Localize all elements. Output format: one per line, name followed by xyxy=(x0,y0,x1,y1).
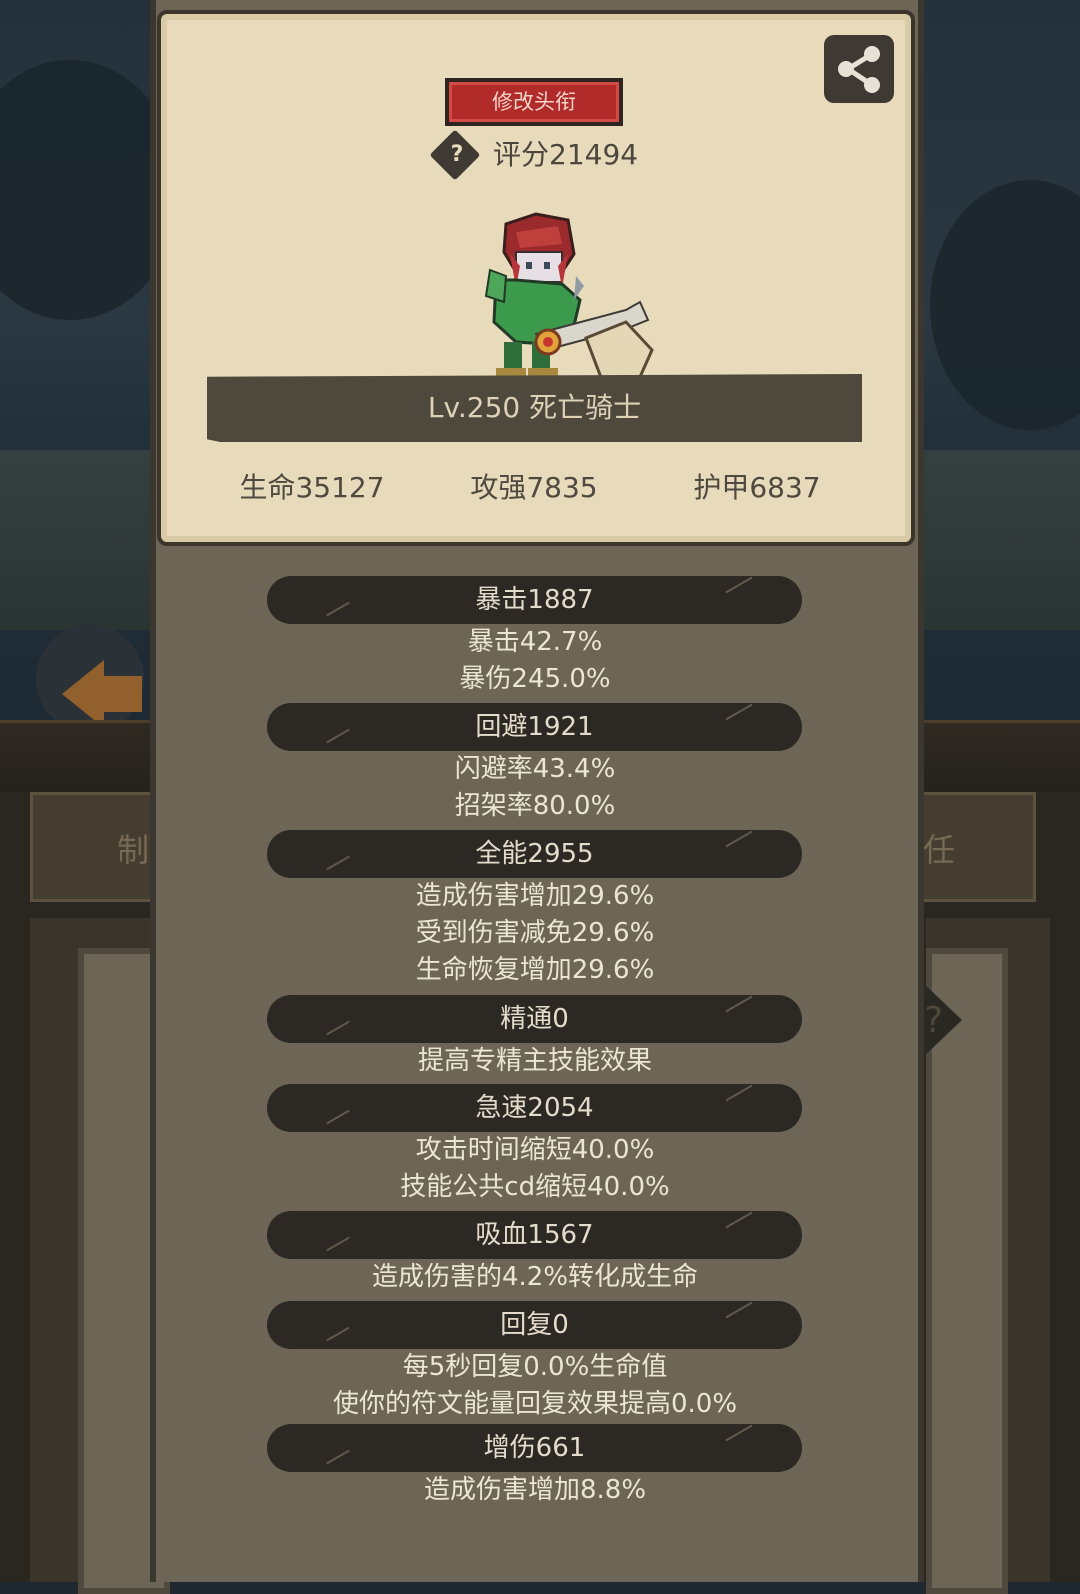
background-tab-left[interactable]: 制 xyxy=(30,792,166,902)
share-button[interactable] xyxy=(824,35,894,103)
attribute-detail: 闪避率43.4% xyxy=(454,754,616,784)
tab-label: 制 xyxy=(117,831,150,869)
attribute-detail: 生命恢复增加29.6% xyxy=(415,955,655,985)
attribute-detail: 造成伤害增加29.6% xyxy=(415,881,655,911)
attribute-detail: 招架率80.0% xyxy=(454,791,616,821)
share-icon xyxy=(838,46,880,93)
attribute-detail: 攻击时间缩短40.0% xyxy=(415,1135,655,1165)
attribute-detail: 暴击42.7% xyxy=(467,627,603,657)
stat-attack: 攻强7835 xyxy=(470,471,598,504)
attribute-title: 精通0 xyxy=(500,1004,569,1034)
change-title-button[interactable]: 修改头衔 xyxy=(445,78,623,126)
attribute-title: 回复0 xyxy=(500,1310,569,1340)
help-icon[interactable]: ? xyxy=(922,982,982,1058)
attribute-detail: 造成伤害增加8.8% xyxy=(423,1475,647,1505)
attribute-detail: 提高专精主技能效果 xyxy=(417,1046,652,1076)
attribute-detail: 造成伤害的4.2%转化成生命 xyxy=(371,1262,699,1292)
attribute-detail: 使你的符文能量回复效果提高0.0% xyxy=(332,1389,738,1419)
attribute-title: 暴击1887 xyxy=(475,585,594,615)
tab-label: 任 xyxy=(923,831,956,869)
attribute-title: 全能2955 xyxy=(475,839,594,869)
stat-armor: 护甲6837 xyxy=(693,471,821,504)
hero-avatar-icon xyxy=(484,212,654,388)
attribute-title: 增伤661 xyxy=(483,1433,586,1463)
stat-hp: 生命35127 xyxy=(239,471,385,504)
attribute-detail: 技能公共cd缩短40.0% xyxy=(400,1172,670,1202)
question-mark: ? xyxy=(450,142,464,167)
svg-text:?: ? xyxy=(924,1000,943,1041)
back-arrow-icon[interactable] xyxy=(30,624,150,734)
attribute-detail: 暴伤245.0% xyxy=(459,664,611,694)
attribute-title: 吸血1567 xyxy=(475,1220,594,1250)
level-title: Lv.250 死亡骑士 xyxy=(427,391,642,424)
score-label: 评分21494 xyxy=(493,138,639,171)
attribute-title: 急速2054 xyxy=(475,1093,594,1123)
attribute-title: 回避1921 xyxy=(475,712,594,742)
attribute-detail: 每5秒回复0.0%生命值 xyxy=(402,1352,668,1382)
background-tab-right[interactable]: 任 xyxy=(920,792,1036,902)
attribute-detail: 受到伤害减免29.6% xyxy=(415,918,655,948)
